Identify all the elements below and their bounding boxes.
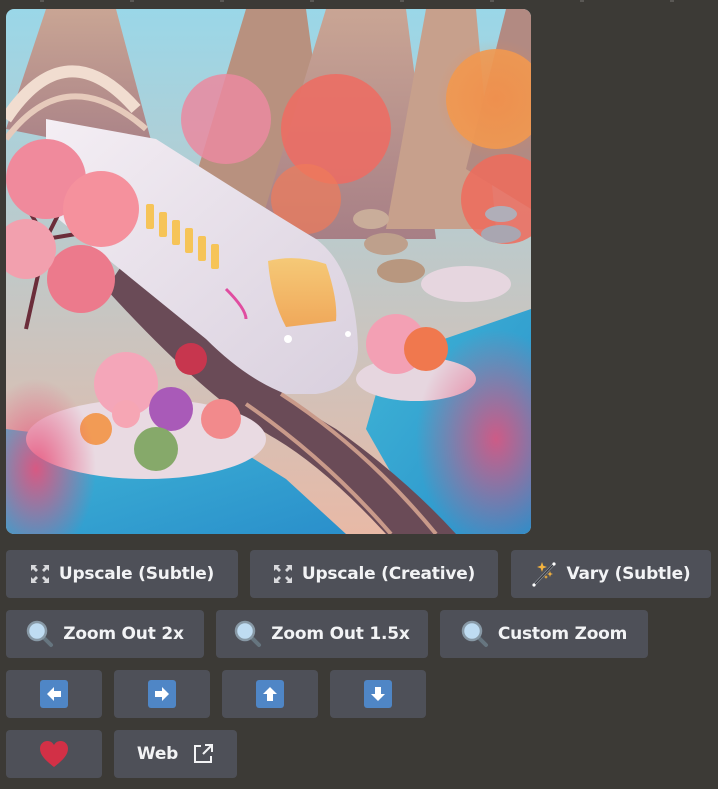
clipped-prompt-text (0, 0, 718, 6)
train-scene-illustration (6, 9, 531, 534)
zoom-out-1-5x-button[interactable]: Zoom Out 1.5x (216, 610, 428, 658)
upscale-subtle-label: Upscale (Subtle) (58, 564, 215, 584)
zoom-out-2x-button[interactable]: Zoom Out 2x (6, 610, 204, 658)
vary-subtle-button[interactable]: Vary (Subtle) (511, 550, 711, 598)
upscale-icon (30, 564, 50, 584)
arrow-right-icon (148, 680, 176, 708)
zoom-out-1-5x-label: Zoom Out 1.5x (271, 624, 410, 644)
upscale-subtle-button[interactable]: Upscale (Subtle) (6, 550, 238, 598)
zoom-out-2x-label: Zoom Out 2x (63, 624, 184, 644)
vary-subtle-label: Vary (Subtle) (566, 564, 691, 584)
upscale-creative-button[interactable]: Upscale (Creative) (250, 550, 498, 598)
pan-up-button[interactable] (222, 670, 318, 718)
arrow-up-icon (256, 680, 284, 708)
pan-left-button[interactable] (6, 670, 102, 718)
arrow-left-icon (40, 680, 68, 708)
magnifier-icon (461, 620, 489, 648)
magnifier-icon (26, 620, 54, 648)
upscale-icon (273, 564, 293, 584)
generated-image[interactable] (6, 9, 531, 534)
custom-zoom-button[interactable]: Custom Zoom (440, 610, 648, 658)
magnifier-icon (234, 620, 262, 648)
pan-down-button[interactable] (330, 670, 426, 718)
custom-zoom-label: Custom Zoom (497, 624, 628, 644)
clipped-text-descenders (0, 0, 718, 2)
web-label: Web (136, 744, 179, 764)
external-link-icon (192, 743, 214, 765)
upscale-creative-label: Upscale (Creative) (301, 564, 476, 584)
pan-right-button[interactable] (114, 670, 210, 718)
favorite-button[interactable] (6, 730, 102, 778)
arrow-down-icon (364, 680, 392, 708)
magic-wand-icon (531, 561, 557, 587)
web-button[interactable]: Web (114, 730, 237, 778)
heart-icon (39, 740, 69, 768)
